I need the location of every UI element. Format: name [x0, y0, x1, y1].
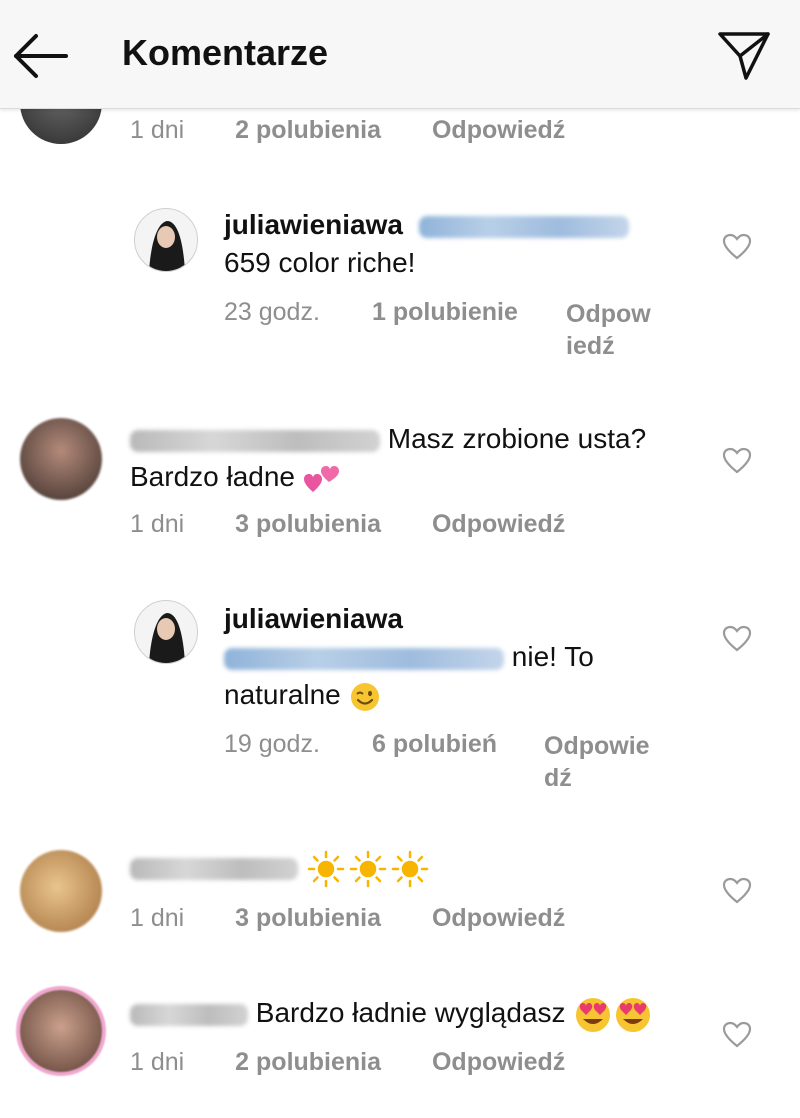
comment-text-continued: naturalne	[224, 679, 341, 710]
arrow-left-icon	[14, 34, 68, 78]
comment-username[interactable]: juliawieniawa	[224, 209, 403, 240]
blurred-mention	[418, 215, 629, 238]
comment-text-continued: Bardzo ładne	[130, 461, 296, 492]
reply-button[interactable]: Odpowie dź	[544, 730, 650, 794]
comment-body: Bardzo ładnie wyglądasz	[130, 994, 730, 1035]
page-title: Komentarze	[122, 32, 329, 73]
comment-time: 1 dni	[130, 904, 185, 932]
avatar[interactable]	[134, 208, 198, 272]
comment-meta: 23 godz.	[224, 298, 320, 327]
comment-time: 23 godz.	[224, 298, 320, 326]
comment-username[interactable]: juliawieniawa	[224, 603, 403, 634]
comment-time: 1 dni	[130, 1048, 185, 1076]
heart-icon[interactable]	[722, 876, 752, 906]
top-bar: Komentarze	[0, 0, 800, 109]
comment-text: 659 color riche!	[224, 247, 416, 278]
comment-meta: 1 dni 2 polubienia Odpowiedź	[130, 1048, 565, 1077]
comment-body	[130, 848, 710, 889]
reply-button[interactable]: Odpowiedź	[432, 116, 565, 144]
reply-label-line1: Odpow	[566, 300, 651, 328]
comment-body: juliawieniawa 659 color riche!	[224, 206, 694, 282]
comment-time: 1 dni	[130, 116, 185, 144]
two-hearts-emoji	[303, 465, 339, 492]
reply-label-line2: dź	[544, 764, 572, 792]
heart-eyes-emoji	[576, 997, 651, 1032]
comment-text: Bardzo ładnie wyglądasz	[255, 997, 566, 1028]
reply-button[interactable]: Odpow iedź	[566, 298, 651, 362]
avatar[interactable]	[20, 418, 102, 500]
likes-count[interactable]: 6 polubień	[372, 730, 497, 759]
wink-emoji	[350, 682, 379, 711]
likes-count[interactable]: 3 polubienia	[235, 510, 381, 538]
blurred-username	[130, 857, 298, 880]
comment-text: nie! To	[511, 641, 594, 672]
comment-meta: 1 dni 2 polubienia Odpowiedź	[130, 116, 565, 145]
comment-time: 1 dni	[130, 510, 185, 538]
comment-body: juliawieniawa nie! To naturalne	[224, 600, 694, 714]
blurred-username	[130, 429, 380, 452]
heart-icon[interactable]	[722, 1020, 752, 1050]
heart-icon[interactable]	[722, 446, 752, 476]
reply-label-line1: Odpowie	[544, 732, 650, 760]
avatar[interactable]	[20, 850, 102, 932]
likes-count[interactable]: 1 polubienie	[372, 298, 518, 327]
blurred-username	[130, 1003, 248, 1026]
heart-icon[interactable]	[722, 232, 752, 262]
comment-text: Masz zrobione usta?	[387, 423, 647, 454]
reply-button[interactable]: Odpowiedź	[432, 904, 565, 932]
heart-icon[interactable]	[722, 624, 752, 654]
avatar[interactable]	[20, 990, 102, 1072]
avatar[interactable]	[134, 600, 198, 664]
back-button[interactable]	[10, 28, 70, 84]
paper-plane-icon	[718, 32, 770, 80]
reply-button[interactable]: Odpowiedź	[432, 510, 565, 538]
likes-count[interactable]: 2 polubienia	[235, 1048, 381, 1076]
comment-meta: 1 dni 3 polubienia Odpowiedź	[130, 510, 565, 539]
comment-meta: 19 godz.	[224, 730, 320, 759]
likes-count[interactable]: 2 polubienia	[235, 116, 381, 144]
comment-body: Masz zrobione usta? Bardzo ładne	[130, 420, 710, 496]
likes-count[interactable]: 3 polubienia	[235, 904, 381, 932]
comment-meta: 1 dni 3 polubienia Odpowiedź	[130, 904, 565, 933]
share-button[interactable]	[714, 26, 774, 82]
reply-label-line2: iedź	[566, 332, 615, 360]
sun-emoji	[307, 850, 429, 887]
reply-button[interactable]: Odpowiedź	[432, 1048, 565, 1076]
blurred-mention	[224, 647, 504, 670]
comment-time: 19 godz.	[224, 730, 320, 758]
